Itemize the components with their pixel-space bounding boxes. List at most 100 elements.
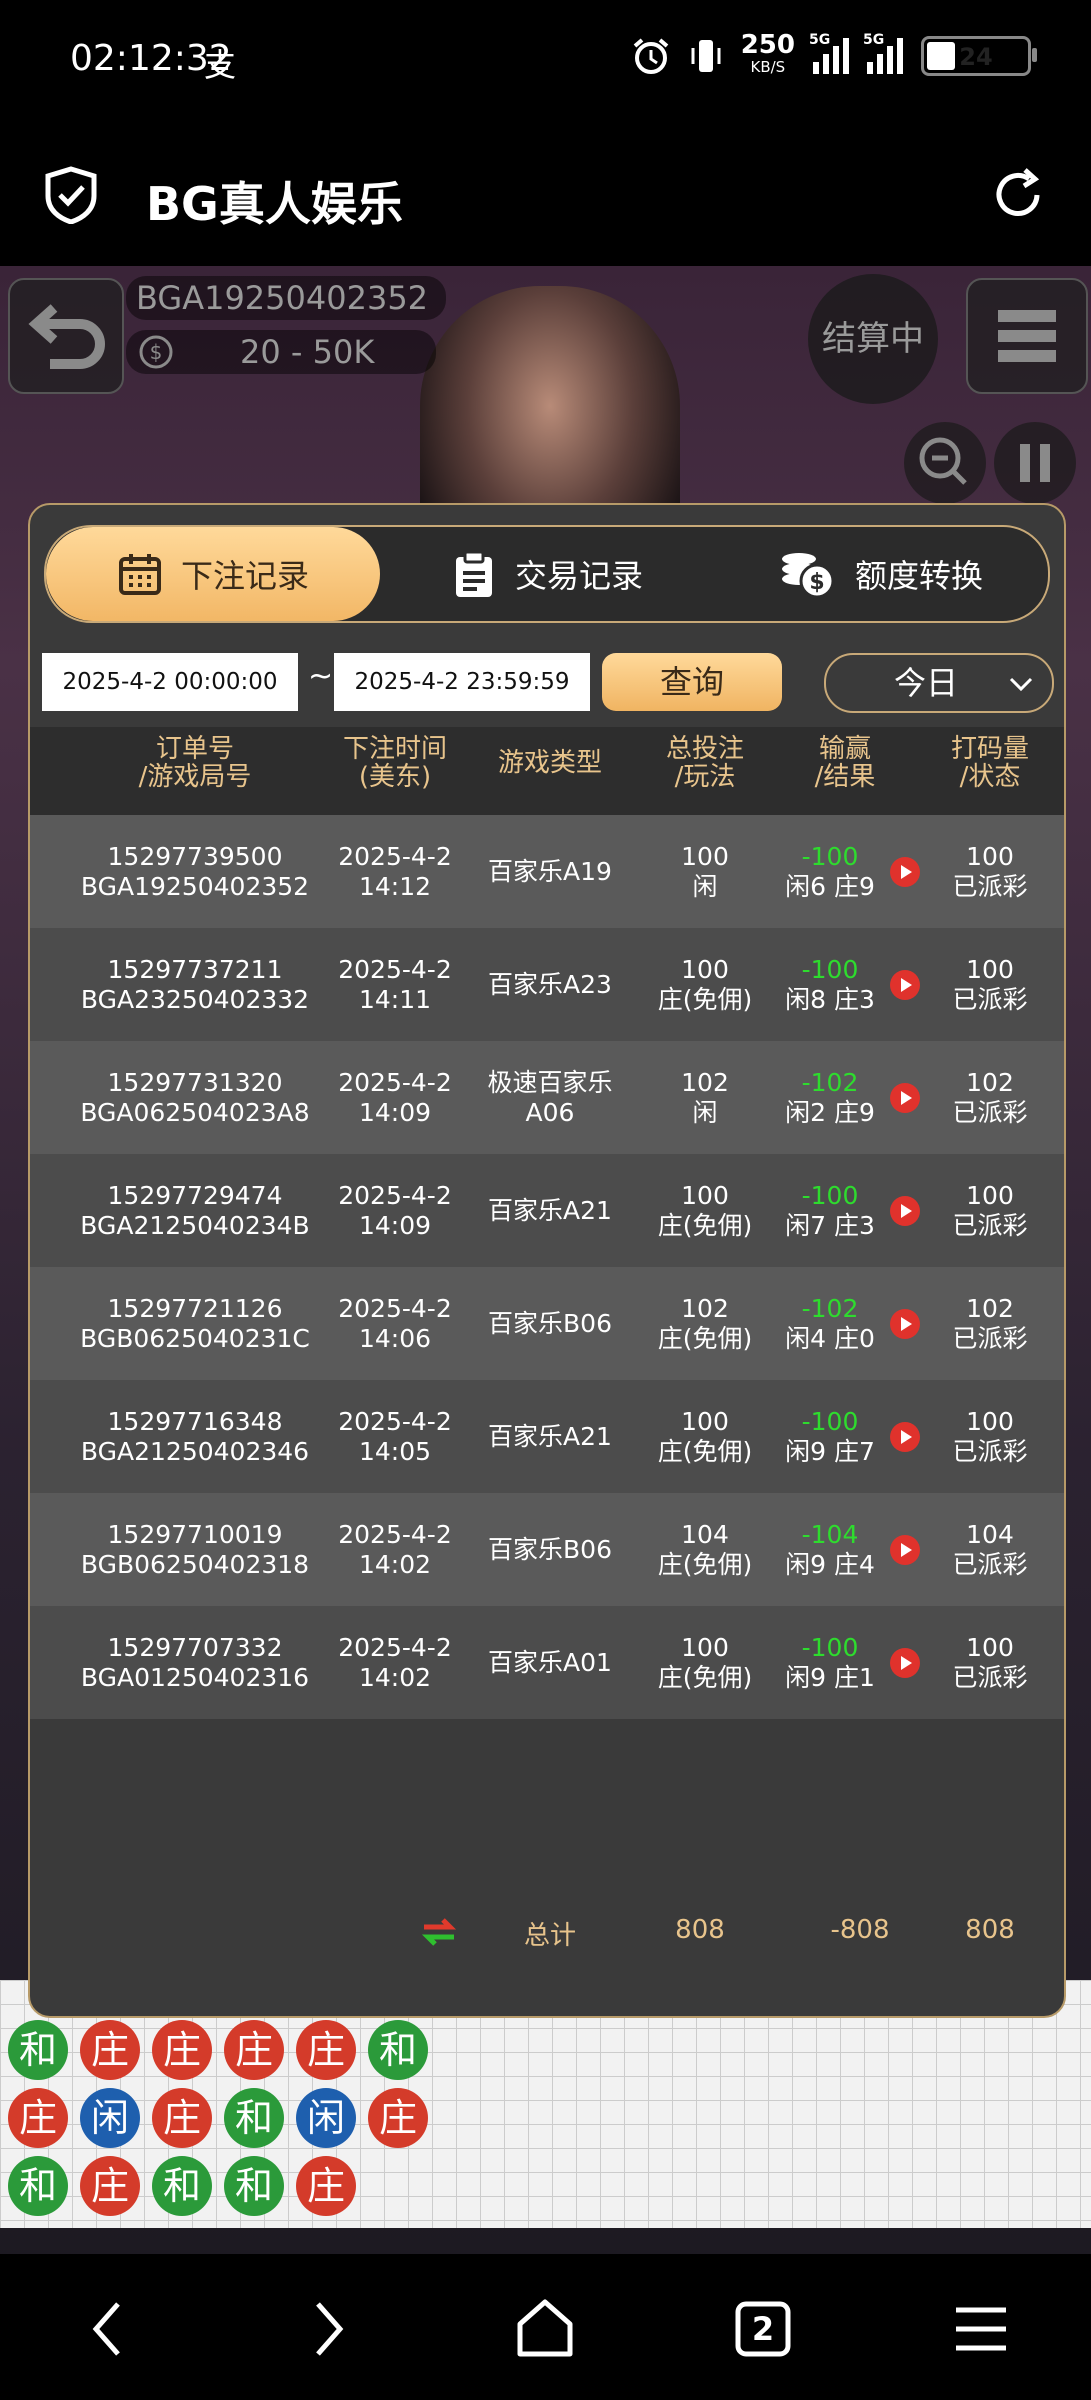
browser-nav-bar: 2 bbox=[0, 2254, 1091, 2400]
header-total-bet: 总投注/玩法 bbox=[665, 734, 744, 792]
hamburger-icon bbox=[998, 310, 1056, 362]
forward-icon[interactable] bbox=[292, 2294, 362, 2364]
total-bet-cell: 102 庄(免佣) bbox=[657, 1293, 753, 1353]
totals-winloss: -808 bbox=[830, 1915, 890, 1945]
tab-transaction-records[interactable]: 交易记录 bbox=[380, 527, 714, 621]
refresh-icon[interactable] bbox=[989, 166, 1047, 224]
table-row[interactable]: 15297721126 BGB0625040231C 2025-4-2 14:06 百家… bbox=[30, 1267, 1064, 1380]
swap-arrows-icon[interactable] bbox=[418, 1911, 460, 1953]
sim1-signal-icon: 5G bbox=[809, 32, 849, 74]
turnover-cell: 102 已派彩 bbox=[952, 1067, 1028, 1127]
svg-text:$: $ bbox=[150, 340, 163, 364]
shield-check-icon[interactable] bbox=[44, 166, 98, 224]
home-icon[interactable] bbox=[510, 2294, 580, 2364]
game-type-cell: 极速百家乐 A06 bbox=[487, 1067, 613, 1127]
turnover-cell: 100 已派彩 bbox=[952, 1406, 1028, 1466]
winloss-cell: -100 闲7 庄3 bbox=[785, 1180, 875, 1240]
bead-road-cell: 和 bbox=[8, 2156, 68, 2216]
game-type-cell: 百家乐A21 bbox=[488, 1195, 612, 1225]
bet-limits: $ 20 - 50K bbox=[126, 330, 436, 374]
table-row[interactable]: 15297707332 BGA01250402316 2025-4-2 14:02 百家… bbox=[30, 1606, 1064, 1719]
zoom-button[interactable] bbox=[904, 422, 986, 504]
totals-turnover: 808 bbox=[965, 1915, 1015, 1945]
table-row[interactable]: 15297731320 BGA062504023A8 2025-4-2 14:09 极速… bbox=[30, 1041, 1064, 1154]
game-type-cell: 百家乐B06 bbox=[488, 1534, 612, 1564]
vibrate-icon bbox=[691, 40, 721, 72]
totals-bet: 808 bbox=[675, 1915, 725, 1945]
tabs-icon[interactable]: 2 bbox=[728, 2294, 798, 2364]
order-cell: 15297716348 BGA21250402346 bbox=[80, 1406, 310, 1466]
bead-road-cell: 闲 bbox=[80, 2088, 140, 2148]
bet-time-cell: 2025-4-2 14:12 bbox=[338, 841, 452, 901]
game-type-cell: 百家乐A21 bbox=[488, 1421, 612, 1451]
replay-play-icon[interactable] bbox=[890, 1535, 920, 1565]
network-speed: 250 KB/S bbox=[740, 30, 795, 76]
table-row[interactable]: 15297716348 BGA21250402346 2025-4-2 14:05 百家… bbox=[30, 1380, 1064, 1493]
coin-icon: $ bbox=[139, 335, 173, 369]
calendar-icon bbox=[118, 554, 161, 595]
bead-road-cell: 庄 bbox=[152, 2020, 212, 2080]
winloss-cell: -102 闲2 庄9 bbox=[785, 1067, 875, 1127]
start-datetime-input[interactable]: 2025-4-2 00:00:00 bbox=[42, 653, 298, 711]
browser-title-bar: BG真人娱乐 bbox=[0, 120, 1091, 266]
header-game-type: 游戏类型 bbox=[497, 748, 602, 778]
alipay-icon: 支 bbox=[204, 46, 237, 84]
bead-road-cell: 庄 bbox=[368, 2088, 428, 2148]
back-icon[interactable] bbox=[74, 2294, 144, 2364]
totals-label: 总计 bbox=[523, 1921, 576, 1951]
replay-play-icon[interactable] bbox=[890, 1422, 920, 1452]
menu-icon[interactable] bbox=[946, 2294, 1016, 2364]
replay-play-icon[interactable] bbox=[890, 1648, 920, 1678]
bead-road-cell: 庄 bbox=[80, 2020, 140, 2080]
order-cell: 15297737211 BGA23250402332 bbox=[80, 954, 310, 1014]
table-row[interactable]: 15297737211 BGA23250402332 2025-4-2 14:11 百家… bbox=[30, 928, 1064, 1041]
status-bar: 02:12:32 支 250 KB/S 5G 5G 24 bbox=[0, 0, 1091, 120]
winloss-cell: -100 闲9 庄1 bbox=[785, 1632, 875, 1692]
bead-road-cell: 和 bbox=[224, 2156, 284, 2216]
table-row[interactable]: 15297739500 BGA19250402352 2025-4-2 14:12 百家… bbox=[30, 815, 1064, 928]
header-bet-time: 下注时间 (美东) bbox=[342, 734, 447, 792]
pause-button[interactable] bbox=[994, 422, 1076, 504]
day-select[interactable]: 今日 bbox=[824, 653, 1054, 713]
order-cell: 15297729474 BGA2125040234B bbox=[80, 1180, 310, 1240]
replay-play-icon[interactable] bbox=[890, 857, 920, 887]
date-range-separator: ~ bbox=[308, 659, 334, 694]
total-bet-cell: 100 庄(免佣) bbox=[657, 1406, 753, 1466]
order-cell: 15297731320 BGA062504023A8 bbox=[80, 1067, 310, 1127]
back-button[interactable] bbox=[8, 278, 124, 394]
tab-bet-records[interactable]: 下注记录 bbox=[46, 527, 380, 621]
bet-time-cell: 2025-4-2 14:05 bbox=[338, 1406, 452, 1466]
bet-time-cell: 2025-4-2 14:09 bbox=[338, 1067, 452, 1127]
header-order: 订单号/游戏局号 bbox=[138, 734, 252, 792]
sim2-signal-icon: 5G bbox=[863, 32, 903, 74]
replay-play-icon[interactable] bbox=[890, 1309, 920, 1339]
turnover-cell: 100 已派彩 bbox=[952, 841, 1028, 901]
table-code: BGA19250402352 bbox=[126, 276, 446, 320]
menu-button[interactable] bbox=[966, 278, 1088, 394]
records-table-header: 订单号/游戏局号 下注时间 (美东) 游戏类型 总投注/玩法 输赢/结果 打码量 /… bbox=[30, 727, 1064, 815]
turnover-cell: 102 已派彩 bbox=[952, 1293, 1028, 1353]
bet-time-cell: 2025-4-2 14:06 bbox=[338, 1293, 452, 1353]
game-type-cell: 百家乐A19 bbox=[488, 856, 612, 886]
winloss-cell: -100 闲6 庄9 bbox=[785, 841, 875, 901]
table-row[interactable]: 15297710019 BGB06250402318 2025-4-2 14:02 百家… bbox=[30, 1493, 1064, 1606]
winloss-cell: -102 闲4 庄0 bbox=[785, 1293, 875, 1353]
winloss-cell: -104 闲9 庄4 bbox=[785, 1519, 875, 1579]
replay-play-icon[interactable] bbox=[890, 1083, 920, 1113]
bet-time-cell: 2025-4-2 14:02 bbox=[338, 1632, 452, 1692]
records-panel: 下注记录 交易记录 $ 额度转换 2025-4-2 00:00:00 ~ 202… bbox=[28, 503, 1066, 2018]
query-button[interactable]: 查询 bbox=[602, 653, 782, 711]
bead-road-cell: 庄 bbox=[296, 2020, 356, 2080]
bead-road-cell: 闲 bbox=[296, 2088, 356, 2148]
replay-play-icon[interactable] bbox=[890, 970, 920, 1000]
pause-icon bbox=[1020, 444, 1050, 482]
total-bet-cell: 100 庄(免佣) bbox=[657, 954, 753, 1014]
end-datetime-input[interactable]: 2025-4-2 23:59:59 bbox=[334, 653, 590, 711]
replay-play-icon[interactable] bbox=[890, 1196, 920, 1226]
total-bet-cell: 104 庄(免佣) bbox=[657, 1519, 753, 1579]
tab-credit-transfer[interactable]: $ 额度转换 bbox=[714, 527, 1048, 621]
table-row[interactable]: 15297729474 BGA2125040234B 2025-4-2 14:09 百家… bbox=[30, 1154, 1064, 1267]
bead-road-cell: 和 bbox=[152, 2156, 212, 2216]
svg-text:$: $ bbox=[809, 570, 824, 595]
order-cell: 15297721126 BGB0625040231C bbox=[80, 1293, 310, 1353]
